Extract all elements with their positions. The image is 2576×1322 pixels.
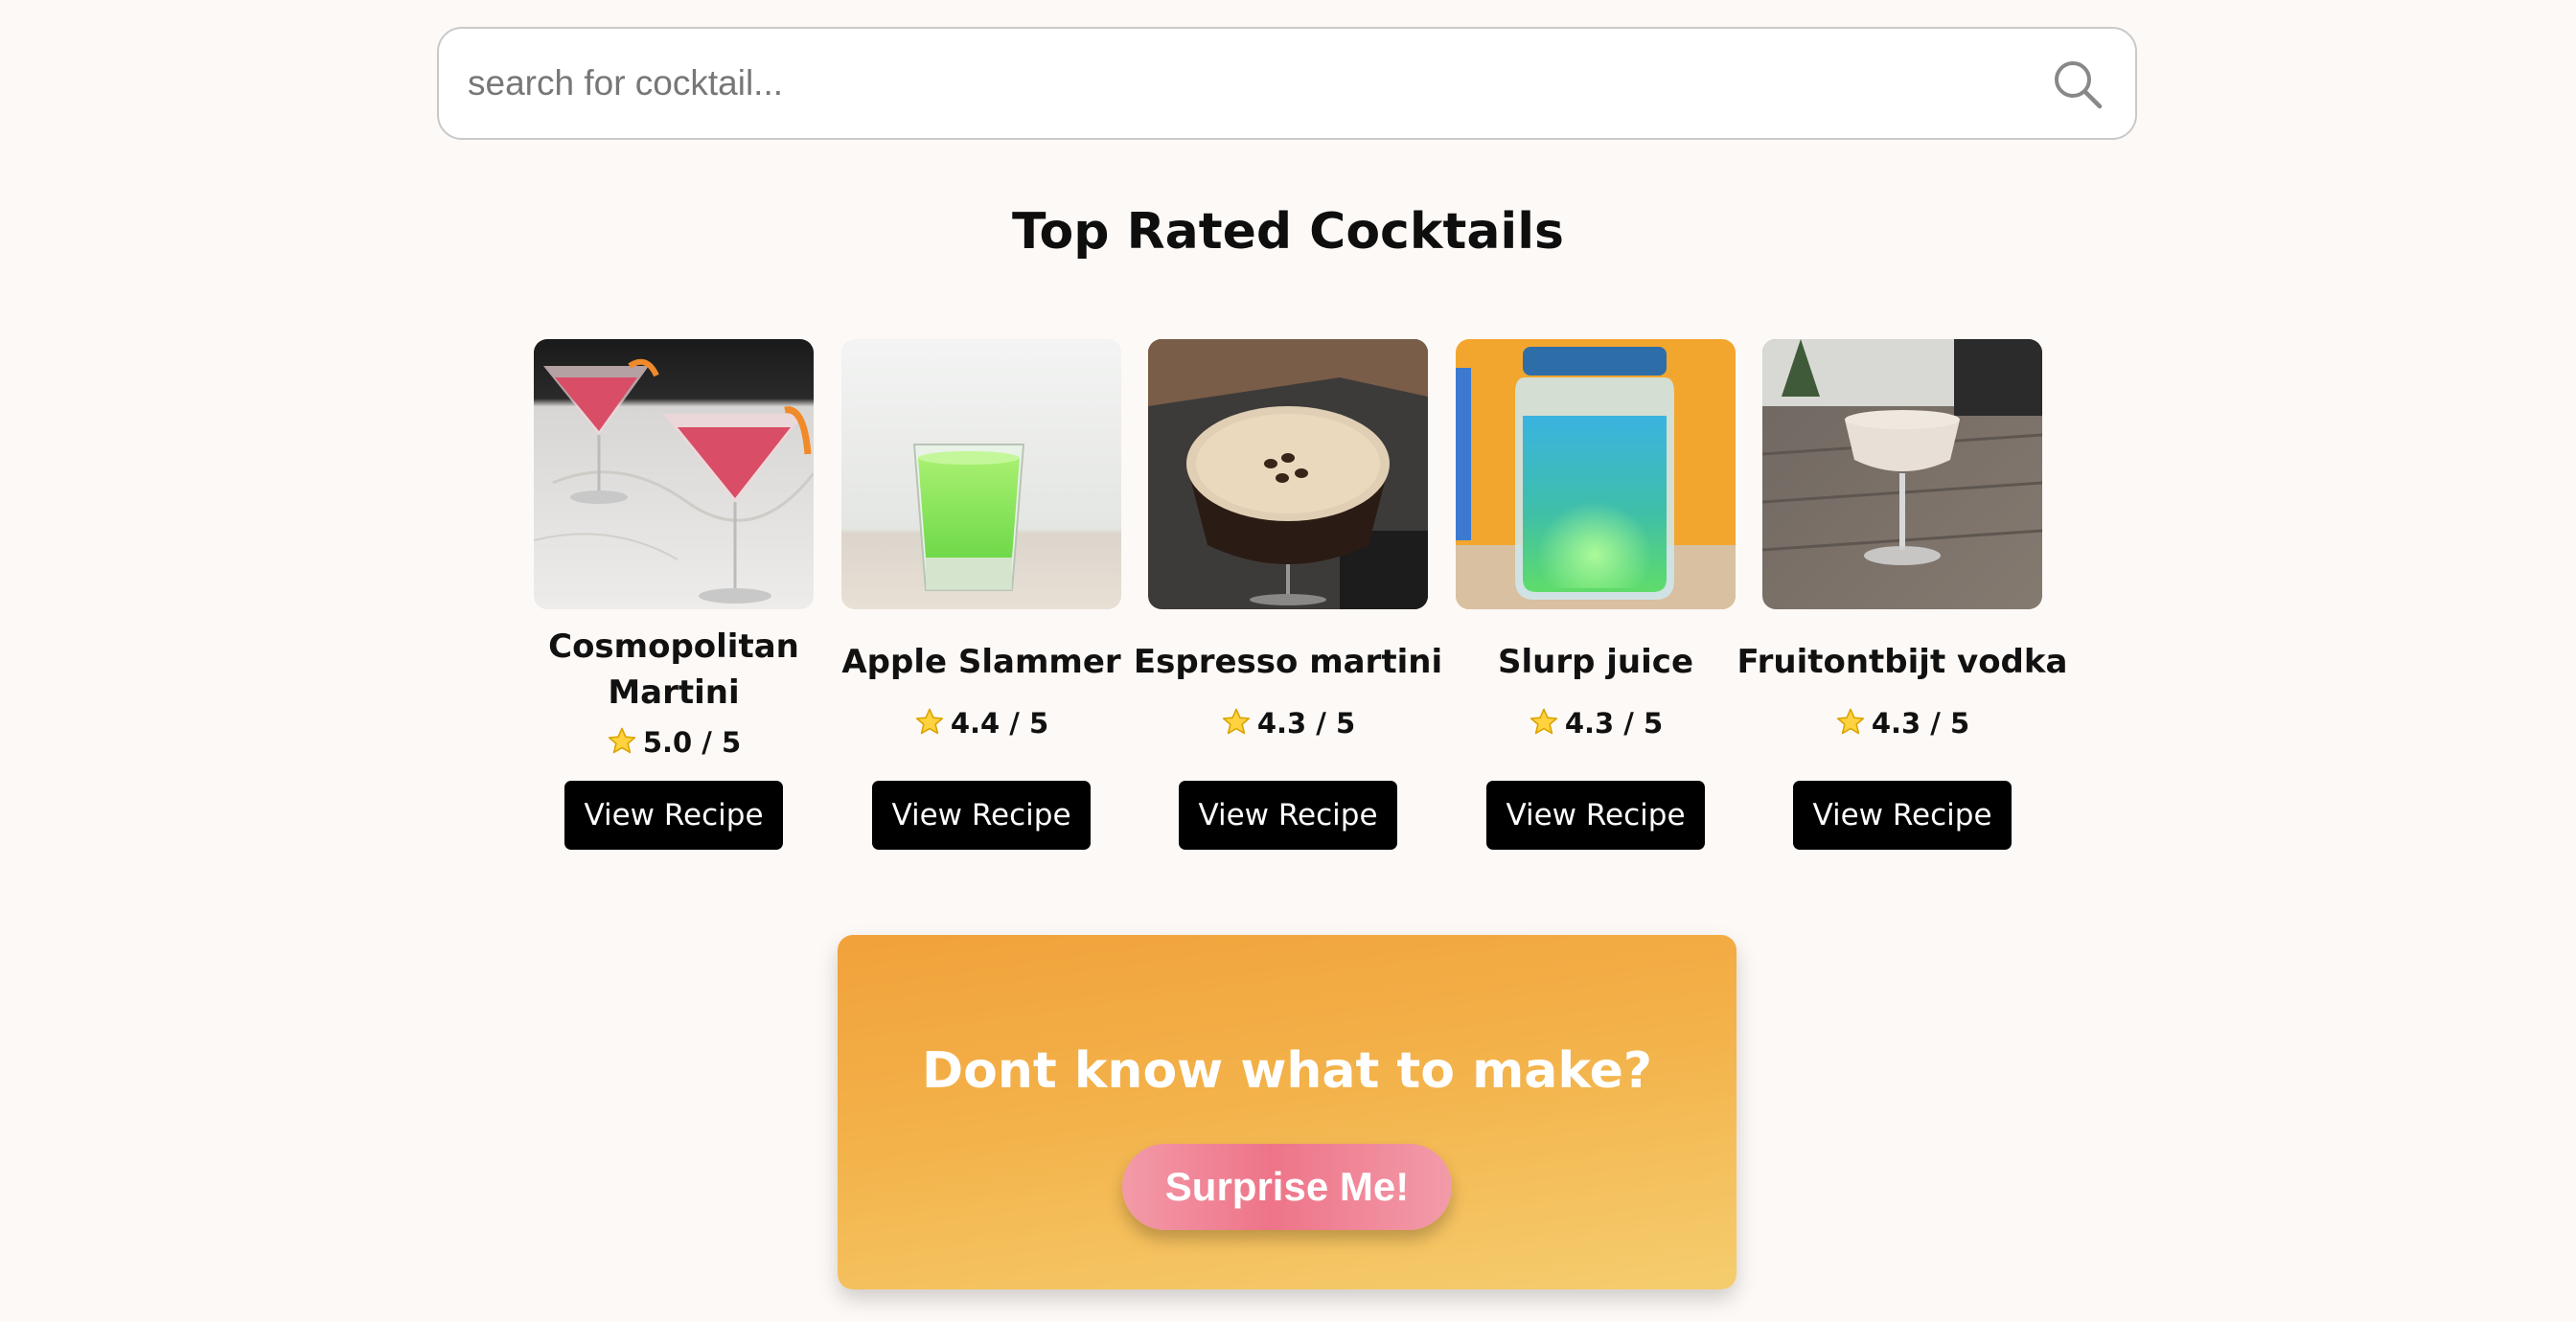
cocktail-image[interactable] xyxy=(534,339,814,609)
cocktail-image[interactable] xyxy=(1148,339,1428,609)
cocktail-rating: 4.3 / 5 xyxy=(1762,706,2042,741)
search-icon[interactable] xyxy=(2051,57,2104,111)
cocktail-name: Cosmopolitan Martini xyxy=(548,627,799,712)
cocktail-card: Apple Slammer 4.4 / 5 View Recipe xyxy=(841,339,1121,850)
view-recipe-button[interactable]: View Recipe xyxy=(1793,781,2012,850)
star-icon xyxy=(608,727,635,754)
surprise-me-button[interactable]: Surprise Me! xyxy=(1122,1144,1452,1230)
view-recipe-button[interactable]: View Recipe xyxy=(1179,781,1397,850)
rating-value: 4.4 / 5 xyxy=(950,707,1049,740)
rating-value: 5.0 / 5 xyxy=(642,726,742,759)
cocktail-name: Apple Slammer xyxy=(841,643,1121,681)
cocktail-image[interactable] xyxy=(841,339,1121,609)
cocktail-image[interactable] xyxy=(1456,339,1736,609)
star-icon xyxy=(1222,708,1250,735)
cocktail-card: Espresso martini 4.3 / 5 View Recipe xyxy=(1134,339,1442,850)
star-icon xyxy=(915,708,943,735)
cocktail-name: Espresso martini xyxy=(1133,643,1443,681)
search-input[interactable] xyxy=(468,29,2001,137)
cocktail-name: Slurp juice xyxy=(1497,643,1694,681)
view-recipe-button[interactable]: View Recipe xyxy=(564,781,783,850)
cocktail-rating: 4.3 / 5 xyxy=(1148,706,1428,741)
cocktail-name: Fruitontbijt vodka xyxy=(1736,643,2068,681)
section-title: Top Rated Cocktails xyxy=(1011,203,1565,261)
cocktail-card: Slurp juice 4.3 / 5 View Recipe xyxy=(1456,339,1736,850)
rating-value: 4.3 / 5 xyxy=(1256,707,1356,740)
star-icon xyxy=(1530,708,1557,735)
cocktail-card: Cosmopolitan Martini 5.0 / 5 View Recipe xyxy=(534,339,814,850)
cocktail-image[interactable] xyxy=(1762,339,2042,609)
rating-value: 4.3 / 5 xyxy=(1871,707,1970,740)
cocktail-rating: 4.3 / 5 xyxy=(1456,706,1736,741)
rating-value: 4.3 / 5 xyxy=(1564,707,1664,740)
star-icon xyxy=(1836,708,1864,735)
search-bar xyxy=(437,27,2137,140)
cocktail-rating: 5.0 / 5 xyxy=(534,725,814,760)
surprise-heading: Dont know what to make? xyxy=(921,1042,1653,1100)
view-recipe-button[interactable]: View Recipe xyxy=(1486,781,1705,850)
surprise-panel: Dont know what to make? Surprise Me! xyxy=(838,935,1736,1289)
cocktail-rating: 4.4 / 5 xyxy=(841,706,1121,741)
view-recipe-button[interactable]: View Recipe xyxy=(872,781,1091,850)
cocktail-card: Fruitontbijt vodka 4.3 / 5 View Recipe xyxy=(1737,339,2067,850)
